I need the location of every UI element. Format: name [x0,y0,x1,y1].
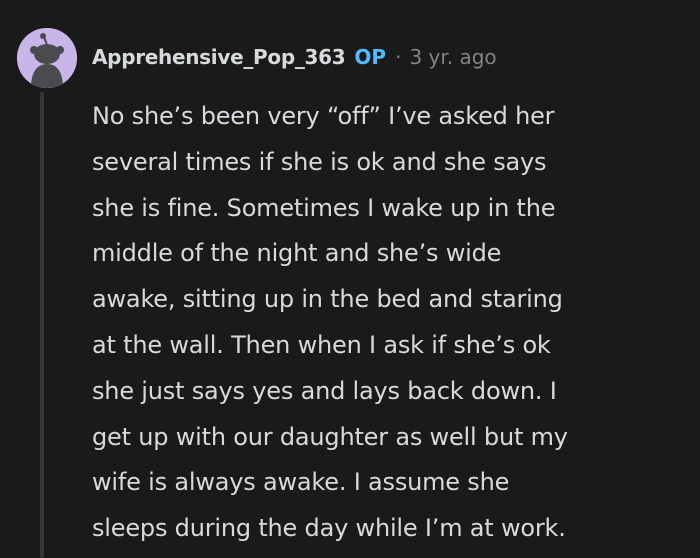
thread-collapse-line[interactable] [40,92,44,558]
comment-body-line: get up with our daughter as well but my [92,422,568,451]
comment-body-line: wife is always awake. I assume she [92,468,510,497]
comment-header: Apprehensive_Pop_363 OP · 3 yr. ago [92,40,497,74]
separator-dot: · [395,45,402,69]
comment-body-line: at the wall. Then when I ask if she’s ok [92,330,551,359]
comment-body-line: awake, sitting up in the bed and staring [92,285,563,314]
comment: Apprehensive_Pop_363 OP · 3 yr. ago No s… [0,0,700,558]
comment-body-line: middle of the night and she’s wide [92,239,502,268]
avatar[interactable] [17,28,77,88]
comment-body-line: sleeps during the day while I’m at work. [92,514,566,543]
snoo-avatar-icon [17,28,77,88]
comment-body-line: several times if she is ok and she says [92,147,547,176]
comment-body-line: No she’s been very “off” I’ve asked her [92,102,555,130]
comment-body-line: she just says yes and lays back down. I [92,376,557,405]
username-link[interactable]: Apprehensive_Pop_363 [92,45,346,69]
comment-body-line: she is fine. Sometimes I wake up in the [92,193,556,222]
comment-body: No she’s been very “off” I’ve asked her … [92,94,692,552]
op-badge: OP [354,45,387,69]
timestamp-link[interactable]: 3 yr. ago [409,45,496,69]
